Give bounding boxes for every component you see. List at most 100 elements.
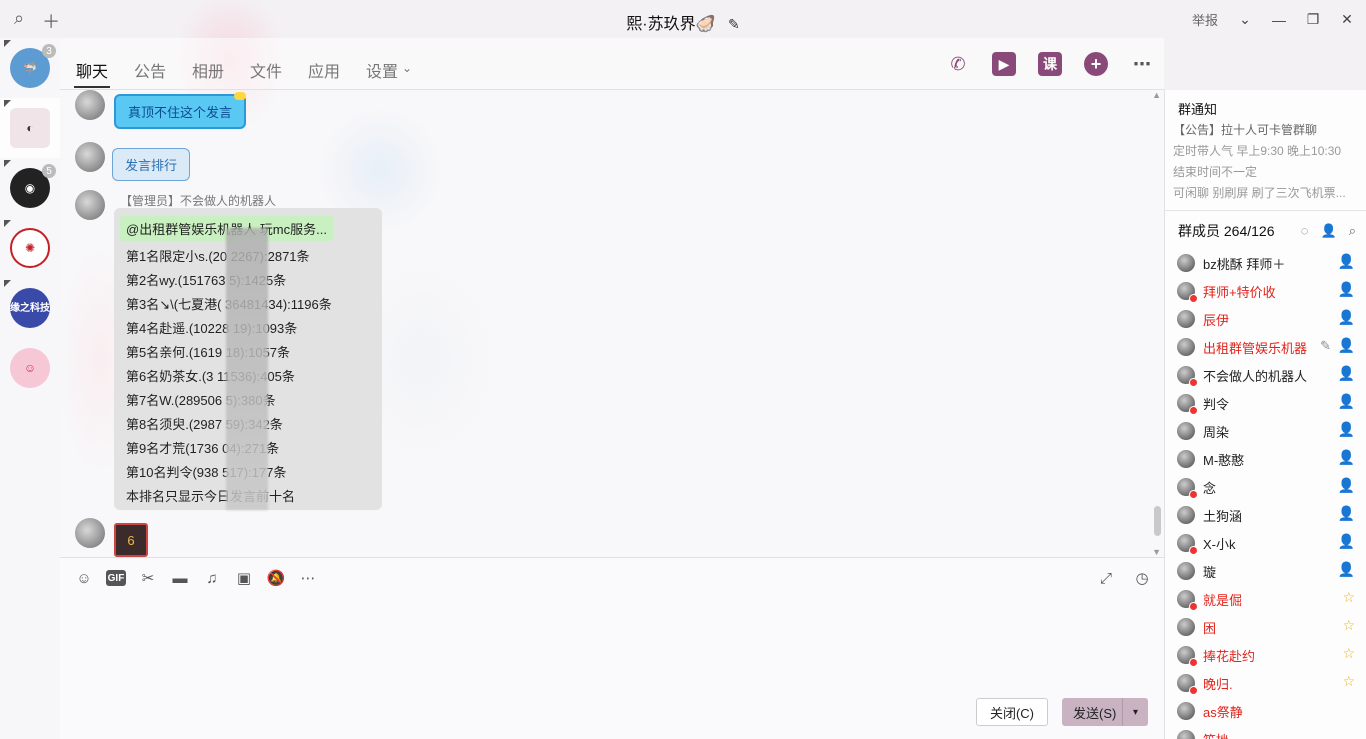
avatar[interactable]	[1177, 730, 1195, 739]
more-icon[interactable]: ⋯	[1130, 52, 1154, 76]
emoji-icon[interactable]: ☺	[74, 568, 94, 588]
folder-icon[interactable]: ▬	[170, 568, 190, 588]
member-row[interactable]: 拜师+特价收 👤	[1177, 277, 1359, 305]
message-bubble[interactable]: 发言排行	[112, 148, 191, 181]
minimize-button[interactable]: —	[1272, 12, 1286, 28]
member-row[interactable]: 念 👤	[1177, 473, 1359, 501]
restore-button[interactable]: ❐	[1306, 11, 1320, 28]
member-name: 璇	[1203, 564, 1217, 580]
scissors-icon[interactable]: ✂	[138, 568, 158, 588]
avatar[interactable]	[1177, 450, 1195, 468]
message-composer[interactable]: ☺ GIF ✂ ▬ ♫ ▣ 🔕 ⋯ ⤢ ◷ 关闭(C) 发送(S) ▾	[60, 557, 1164, 739]
message-list[interactable]: 真顶不住这个发言 发言排行 【管理员】不会做人的机器人 @出租群管娱乐机器人 玩…	[60, 90, 1164, 557]
mute-bell-icon[interactable]: 🔕	[266, 568, 286, 588]
course-icon[interactable]: 课	[1038, 52, 1062, 76]
avatar[interactable]	[1177, 254, 1195, 272]
member-name: M-憨憨	[1203, 452, 1245, 468]
image-icon[interactable]: ▣	[234, 568, 254, 588]
avatar[interactable]	[75, 90, 105, 120]
tab-chat[interactable]: 聊天	[73, 58, 111, 88]
member-row[interactable]: 不会做人的机器人 👤	[1177, 361, 1359, 389]
message-bubble[interactable]: 真顶不住这个发言	[114, 92, 247, 129]
avatar[interactable]	[75, 142, 105, 172]
close-button[interactable]: 关闭(C)	[976, 698, 1048, 726]
member-row[interactable]: 璇 👤	[1177, 557, 1359, 585]
tab-album[interactable]: 相册	[192, 58, 224, 82]
edit-icon[interactable]: ✎	[728, 16, 740, 32]
dock-conversation[interactable]: ✺	[0, 218, 60, 278]
scroll-up-icon[interactable]: ▲	[1152, 90, 1161, 100]
scroll-down-icon[interactable]: ▼	[1152, 547, 1161, 557]
member-row[interactable]: 判令 👤	[1177, 389, 1359, 417]
voice-call-icon[interactable]: ✆	[946, 52, 970, 76]
add-member-icon[interactable]: 👤	[1321, 223, 1337, 239]
close-window-button[interactable]: ✕	[1340, 11, 1354, 28]
send-button[interactable]: 发送(S) ▾	[1062, 698, 1148, 726]
member-row[interactable]: 捧花赴约 ☆	[1177, 641, 1359, 669]
avatar[interactable]	[75, 518, 105, 548]
avatar[interactable]	[1177, 618, 1195, 636]
scroll-thumb[interactable]	[1154, 506, 1161, 536]
notice-title[interactable]: 群通知	[1178, 99, 1217, 118]
member-row[interactable]: bz桃酥 拜师＋ 👤	[1177, 249, 1359, 277]
tab-announcement[interactable]: 公告	[134, 58, 166, 82]
message-bubble[interactable]: @出租群管娱乐机器人 玩mc服务... 第1名限定小s.(20 2267):28…	[114, 208, 382, 510]
avatar[interactable]	[1177, 534, 1198, 555]
avatar[interactable]	[1177, 590, 1198, 611]
avatar[interactable]	[1177, 282, 1198, 303]
chevron-down-icon[interactable]: ⌄	[402, 61, 412, 75]
expand-icon[interactable]: ⤢	[1096, 568, 1116, 588]
add-app-icon[interactable]: +	[1084, 52, 1108, 76]
chat-title[interactable]: 熙·苏玖界🦪	[626, 16, 715, 33]
member-row[interactable]: 出租群管娱乐机器 ✎ 👤	[1177, 333, 1359, 361]
member-row[interactable]: 晚归. ☆	[1177, 669, 1359, 697]
avatar[interactable]	[1177, 702, 1195, 720]
chat-bubble-icon[interactable]: ◌	[1301, 223, 1309, 239]
dock-conversation-active[interactable]: ◐	[0, 98, 60, 158]
tab-apps[interactable]: 应用	[308, 58, 340, 82]
sender-name[interactable]: 不会做人的机器人	[180, 194, 276, 208]
video-call-icon[interactable]: ▶	[992, 52, 1016, 76]
member-row[interactable]: X-小k 👤	[1177, 529, 1359, 557]
edit-icon[interactable]: ✎	[1320, 338, 1331, 354]
member-row[interactable]: 土狗涵 👤	[1177, 501, 1359, 529]
history-clock-icon[interactable]: ◷	[1132, 568, 1152, 588]
avatar[interactable]	[1177, 562, 1195, 580]
member-row[interactable]: 笙挫	[1177, 725, 1359, 739]
music-icon[interactable]: ♫	[202, 568, 222, 588]
scrollbar[interactable]: ▲ ▼	[1150, 90, 1164, 557]
member-row[interactable]: 辰伊 👤	[1177, 305, 1359, 333]
avatar[interactable]	[75, 190, 105, 220]
pin-marker	[4, 160, 11, 167]
avatar[interactable]	[1177, 310, 1195, 328]
avatar[interactable]	[1177, 366, 1198, 387]
member-row[interactable]: 就是倔 ☆	[1177, 585, 1359, 613]
avatar[interactable]	[1177, 338, 1195, 356]
chevron-down-icon[interactable]: ▾	[1122, 698, 1148, 726]
dock-conversation[interactable]: ◉ 5	[0, 158, 60, 218]
tab-settings[interactable]: 设置	[366, 58, 398, 82]
search-icon[interactable]: ⌕	[1349, 223, 1356, 239]
tab-files[interactable]: 文件	[250, 58, 282, 82]
more-icon[interactable]: ⋯	[298, 568, 318, 588]
gif-icon[interactable]: GIF	[106, 570, 126, 586]
sticker-message[interactable]: 6	[114, 523, 148, 557]
dock-conversation[interactable]: 🦈 3	[0, 38, 60, 98]
dock-conversation[interactable]: 缘之科技	[0, 278, 60, 338]
avatar[interactable]	[1177, 394, 1198, 415]
dock-conversation[interactable]: ☺	[0, 338, 60, 398]
avatar[interactable]	[1177, 674, 1198, 695]
member-row[interactable]: M-憨憨 👤	[1177, 445, 1359, 473]
avatar[interactable]	[1177, 506, 1195, 524]
member-row[interactable]: as祭静	[1177, 697, 1359, 725]
avatar[interactable]	[1177, 478, 1198, 499]
muted-status-icon	[1189, 602, 1198, 611]
group-sidebar: 群通知 【公告】拉十人可卡管群聊 定时带人气 早上9:30 晚上10:30 结束…	[1164, 90, 1366, 739]
member-row[interactable]: 周染 👤	[1177, 417, 1359, 445]
avatar[interactable]	[1177, 646, 1198, 667]
pin-marker	[4, 40, 11, 47]
member-row[interactable]: 困 ☆	[1177, 613, 1359, 641]
report-link[interactable]: 举报	[1192, 10, 1218, 29]
chevron-down-icon[interactable]: ⌄	[1238, 11, 1252, 28]
avatar[interactable]	[1177, 422, 1195, 440]
